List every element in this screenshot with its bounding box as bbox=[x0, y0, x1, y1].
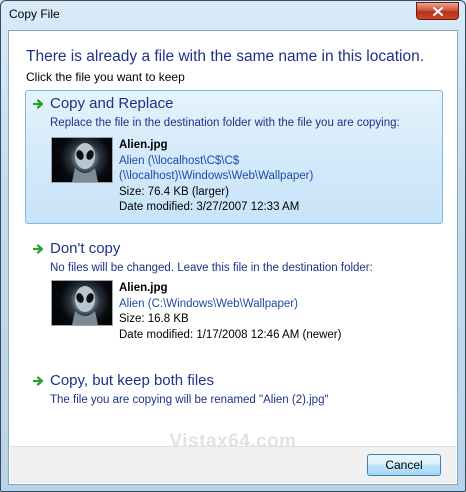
file-date-modified: Date modified: 1/17/2008 12:46 AM (newer… bbox=[119, 328, 342, 341]
copy-file-dialog: Copy File There is already a file with t… bbox=[0, 0, 466, 492]
file-folder: Alien (C:\Windows\Web\Wallpaper) bbox=[119, 297, 298, 310]
dialog-instruction: Click the file you want to keep bbox=[26, 70, 185, 84]
option-description: The file you are copying will be renamed… bbox=[50, 394, 329, 406]
green-arrow-icon bbox=[33, 376, 44, 386]
file-size: Size: 76.4 KB (larger) bbox=[119, 185, 229, 198]
dont-copy-option[interactable]: Don't copy No files will be changed. Lea… bbox=[25, 235, 443, 353]
option-title: Copy and Replace bbox=[50, 95, 174, 112]
close-icon bbox=[432, 6, 443, 16]
copy-and-replace-option[interactable]: Copy and Replace Replace the file in the… bbox=[25, 90, 443, 224]
cancel-button[interactable]: Cancel bbox=[367, 454, 441, 476]
window-title: Copy File bbox=[9, 7, 60, 21]
file-name: Alien.jpg bbox=[119, 282, 168, 294]
dialog-footer: Cancel bbox=[10, 446, 456, 483]
copy-keep-both-option[interactable]: Copy, but keep both files The file you a… bbox=[25, 367, 443, 413]
option-title: Copy, but keep both files bbox=[50, 372, 214, 389]
dialog-content: There is already a file with the same na… bbox=[8, 30, 458, 485]
option-description: No files will be changed. Leave this fil… bbox=[50, 262, 373, 274]
destination-file-info: Alien.jpg Alien (C:\Windows\Web\Wallpape… bbox=[119, 281, 341, 343]
file-size: Size: 16.8 KB bbox=[119, 313, 189, 325]
option-description: Replace the file in the destination fold… bbox=[50, 117, 400, 129]
file-name: Alien.jpg bbox=[119, 139, 168, 151]
green-arrow-icon bbox=[33, 244, 44, 254]
green-arrow-icon bbox=[33, 99, 44, 109]
file-folder: Alien (\\localhost\C$\C$ bbox=[119, 154, 240, 167]
title-bar[interactable]: Copy File bbox=[1, 1, 465, 27]
alien-image-thumbnail bbox=[51, 137, 113, 183]
alien-image-thumbnail bbox=[51, 280, 113, 326]
option-title: Don't copy bbox=[50, 240, 121, 257]
file-date-modified: Date modified: 3/27/2007 12:33 AM bbox=[119, 201, 300, 213]
dialog-heading: There is already a file with the same na… bbox=[26, 48, 425, 65]
close-button[interactable] bbox=[416, 2, 459, 20]
file-folder-continued: (\\localhost)\Windows\Web\Wallpaper) bbox=[119, 170, 314, 182]
source-file-info: Alien.jpg Alien (\\localhost\C$\C$ (\\lo… bbox=[119, 138, 313, 216]
